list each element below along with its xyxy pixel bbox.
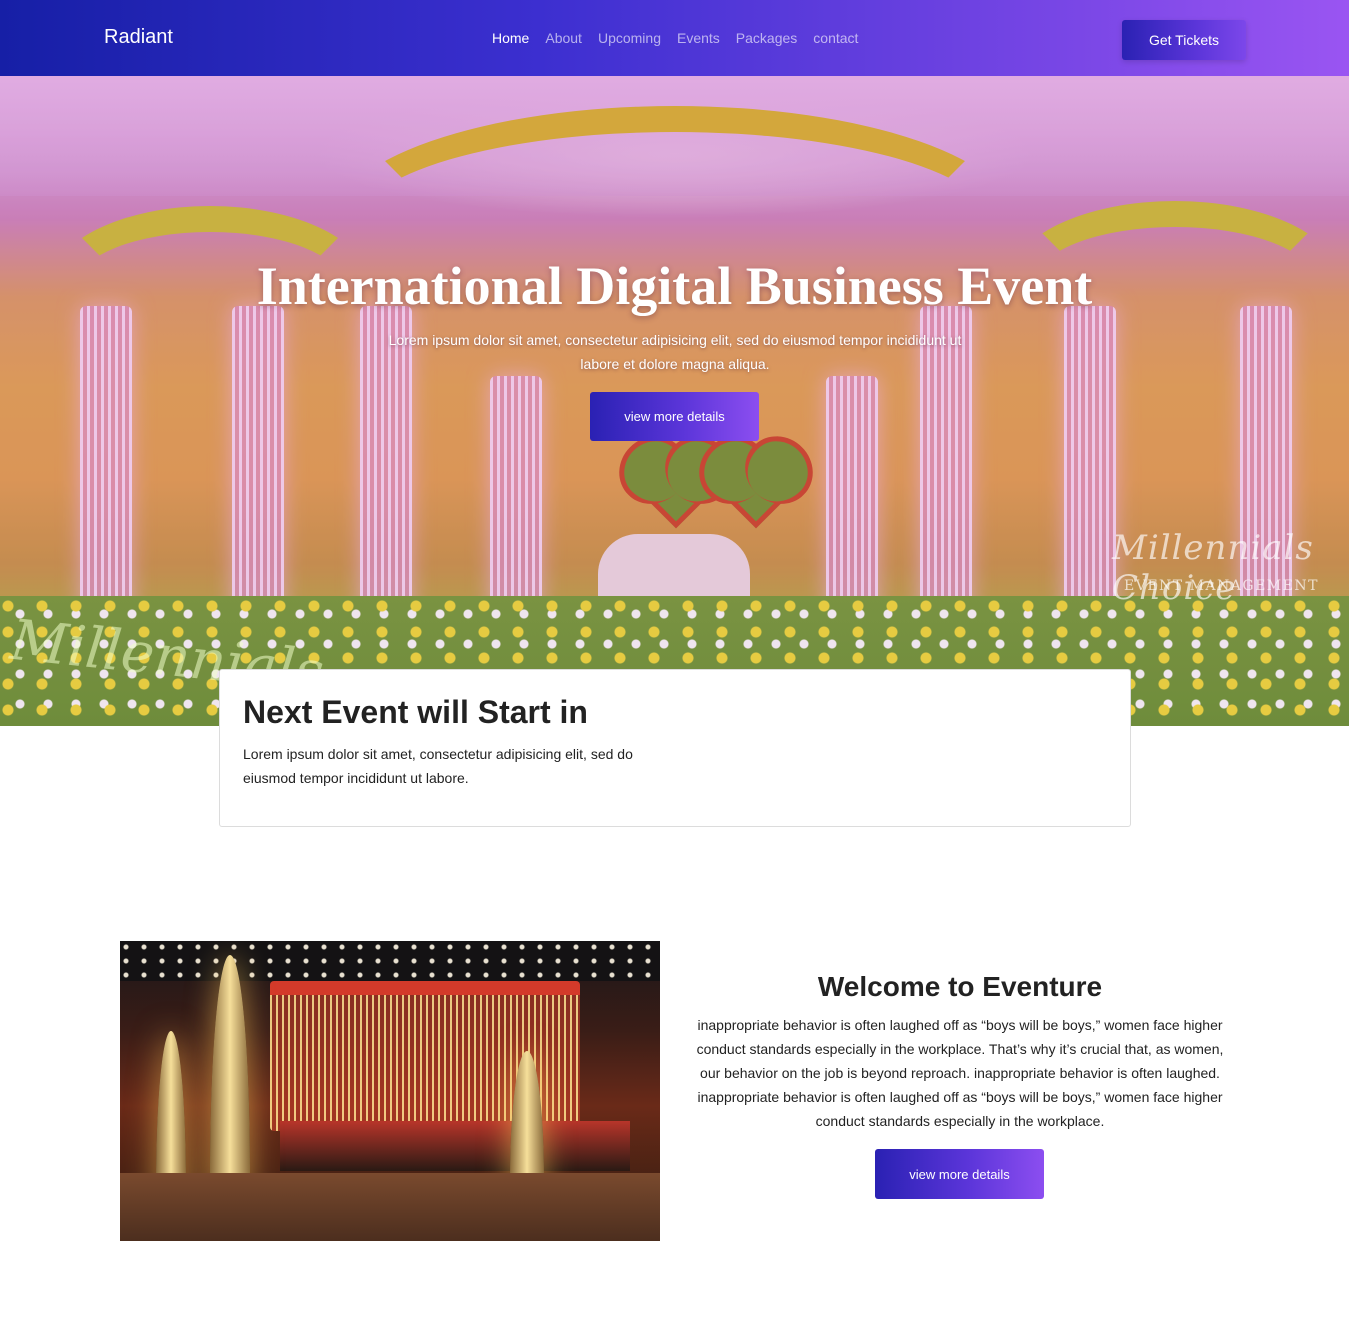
watermark-tagline: EVENT MANAGEMENT <box>1124 578 1319 594</box>
brand-logo[interactable]: Radiant <box>104 26 173 49</box>
get-tickets-button[interactable]: Get Tickets <box>1122 20 1246 60</box>
about-view-details-button[interactable]: view more details <box>875 1149 1044 1199</box>
next-event-card: Next Event will Start in Lorem ipsum dol… <box>219 669 1131 827</box>
hero-title: International Digital Business Event <box>256 256 1093 316</box>
venue-stage <box>280 1121 630 1171</box>
venue-drape <box>210 955 250 1195</box>
nav-links: Home About Upcoming Events Packages cont… <box>492 30 858 46</box>
nav-link-packages[interactable]: Packages <box>736 30 797 46</box>
watermark-brand: Millennials Choice <box>1112 528 1314 608</box>
nav-link-home[interactable]: Home <box>492 30 529 46</box>
nav-link-events[interactable]: Events <box>677 30 720 46</box>
about-text: inappropriate behavior is often laughed … <box>696 1017 1224 1129</box>
hero-subtitle: Lorem ipsum dolor sit amet, consectetur … <box>388 332 962 372</box>
about-title: Welcome to Eventure <box>817 971 1103 1002</box>
about-image <box>120 941 660 1241</box>
nav-link-contact[interactable]: contact <box>813 30 858 46</box>
nav-link-about[interactable]: About <box>545 30 582 46</box>
navbar: Radiant Home About Upcoming Events Packa… <box>0 0 1349 76</box>
nav-link-upcoming[interactable]: Upcoming <box>598 30 661 46</box>
venue-floor <box>120 1173 660 1241</box>
next-event-title: Next Event will Start in <box>243 694 588 730</box>
venue-ceiling <box>120 941 660 981</box>
hero-view-details-button[interactable]: view more details <box>590 392 759 441</box>
hero-banner: Millennials Choice EVENT MANAGEMENT Mill… <box>0 76 1349 726</box>
next-event-text: Lorem ipsum dolor sit amet, consectetur … <box>243 746 633 786</box>
